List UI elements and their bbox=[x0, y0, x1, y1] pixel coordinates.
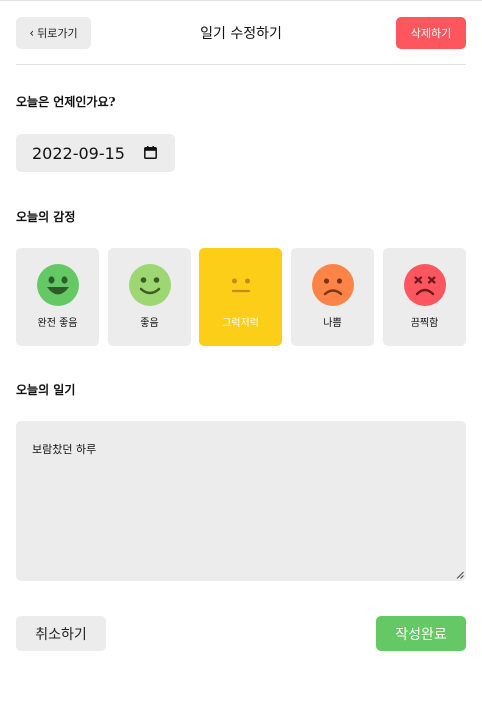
emotion-item-happy[interactable]: 좋음 bbox=[108, 248, 191, 346]
date-value: 2022-09-15 bbox=[32, 143, 125, 163]
emotion-label: 좋음 bbox=[140, 318, 159, 329]
diary-edit-page: ‹ 뒤로가기 일기 수정하기 삭제하기 오늘은 언제인가요? 2022-09-1… bbox=[0, 0, 482, 717]
diary-text: 보람찼던 하루 bbox=[32, 443, 97, 456]
emotion-item-terrible[interactable]: 끔찍함 bbox=[383, 248, 466, 346]
emotion-label: 끔찍함 bbox=[410, 318, 439, 329]
diary-section-title: 오늘의 일기 bbox=[16, 383, 76, 397]
cancel-button[interactable]: 취소하기 bbox=[16, 616, 106, 651]
emotion-list: 완전 좋음 좋음 그럭저럭 나쁨 끔찍함 bbox=[16, 248, 466, 346]
resize-handle-icon[interactable] bbox=[456, 571, 464, 579]
happy-face-icon bbox=[128, 264, 171, 306]
emotion-label: 나쁨 bbox=[323, 318, 342, 329]
emotion-item-neutral[interactable]: 그럭저럭 bbox=[199, 248, 282, 346]
header: ‹ 뒤로가기 일기 수정하기 삭제하기 bbox=[16, 17, 466, 65]
submit-button[interactable]: 작성완료 bbox=[376, 616, 466, 651]
date-input[interactable]: 2022-09-15 bbox=[16, 134, 175, 172]
terrible-face-icon bbox=[403, 264, 446, 306]
emotion-label: 완전 좋음 bbox=[37, 318, 78, 329]
calendar-icon[interactable] bbox=[144, 146, 157, 159]
emotion-item-very-happy[interactable]: 완전 좋음 bbox=[16, 248, 99, 346]
delete-button[interactable]: 삭제하기 bbox=[396, 17, 466, 49]
emotion-label: 그럭저럭 bbox=[222, 318, 259, 329]
back-button-label: 뒤로가기 bbox=[37, 27, 78, 40]
very-happy-face-icon bbox=[36, 264, 79, 306]
date-section-title: 오늘은 언제인가요? bbox=[16, 95, 116, 109]
diary-textarea[interactable]: 보람찼던 하루 bbox=[16, 421, 466, 581]
back-button[interactable]: ‹ 뒤로가기 bbox=[16, 17, 91, 49]
emotion-item-sad[interactable]: 나쁨 bbox=[291, 248, 374, 346]
emotion-section-title: 오늘의 감정 bbox=[16, 210, 76, 224]
chevron-left-icon: ‹ bbox=[29, 26, 35, 40]
sad-face-icon bbox=[311, 264, 354, 306]
neutral-face-icon bbox=[219, 264, 262, 306]
